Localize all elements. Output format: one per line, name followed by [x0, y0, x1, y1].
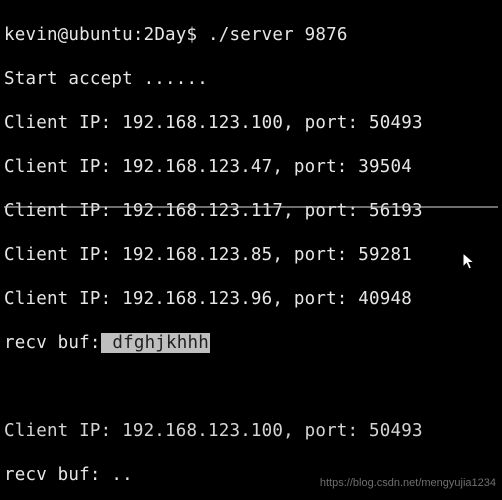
recv-label: recv buf:	[4, 333, 101, 353]
output-blank	[4, 376, 498, 398]
prompt-command: ./server 9876	[197, 25, 347, 45]
output-line: Client IP: 192.168.123.100, port: 50493	[4, 112, 498, 134]
output-line: Client IP: 192.168.123.47, port: 39504	[4, 156, 498, 178]
watermark-text: https://blog.csdn.net/mengyujia1234	[320, 472, 496, 494]
output-line: Client IP: 192.168.123.96, port: 40948	[4, 288, 498, 310]
prompt-line: kevin@ubuntu:2Day$ ./server 9876	[4, 24, 498, 46]
output-line: Client IP: 192.168.123.100, port: 50493	[4, 420, 498, 442]
prompt-user-host: kevin@ubuntu	[4, 25, 133, 45]
terminal-output[interactable]: kevin@ubuntu:2Day$ ./server 9876 Start a…	[0, 0, 502, 498]
output-line: Client IP: 192.168.123.85, port: 59281	[4, 244, 498, 266]
output-line: Client IP: 192.168.123.117, port: 56193	[4, 200, 498, 222]
output-line: Start accept ......	[4, 68, 498, 90]
selected-text: dfghjkhhh	[101, 333, 210, 353]
output-line: recv buf: dfghjkhhh	[4, 332, 498, 354]
horizontal-artifact-line	[4, 206, 498, 208]
prompt-path: :2Day$	[133, 25, 197, 45]
